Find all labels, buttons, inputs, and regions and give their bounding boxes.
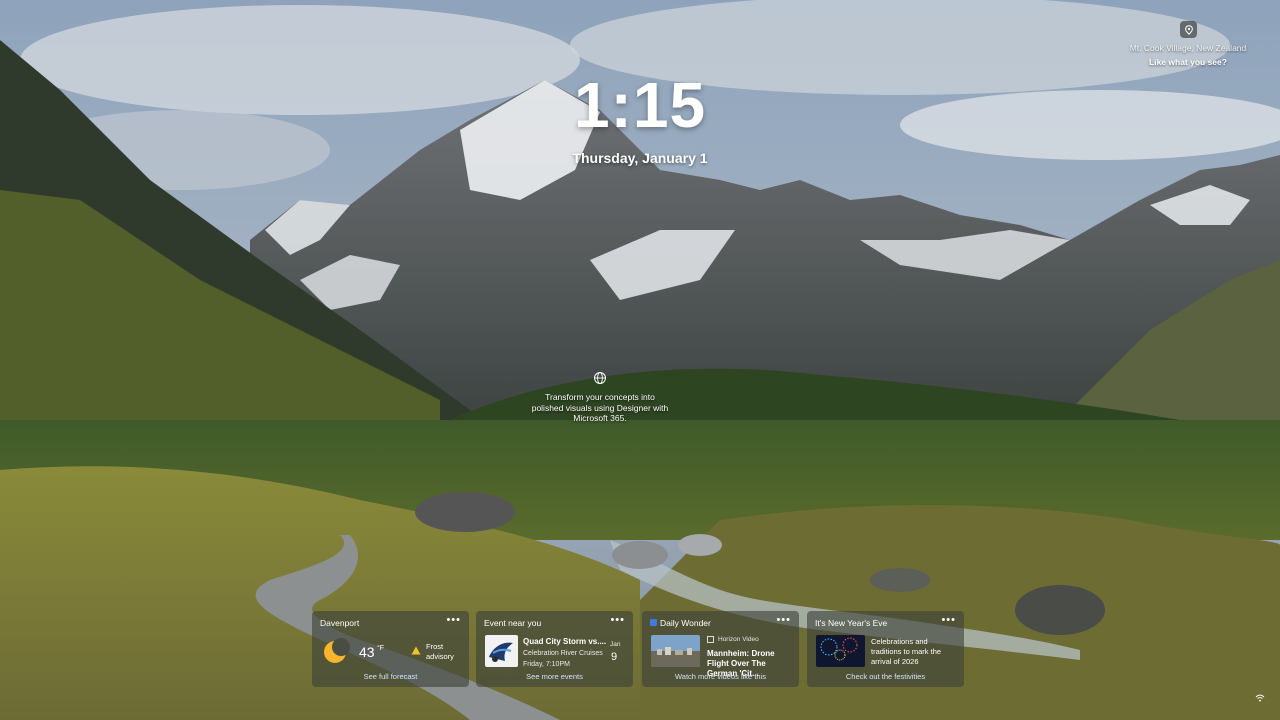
location-pin-icon xyxy=(1184,24,1193,35)
daily-wonder-widget[interactable]: Daily Wonder ••• Horizon Video Mannheim:… xyxy=(642,611,799,687)
weather-widget[interactable]: Davenport ••• 43 °F Frost advisory See f… xyxy=(312,611,469,687)
daily-wonder-icon xyxy=(650,619,657,626)
spotlight-location: Mt. Cook Village, New Zealand xyxy=(1129,43,1247,53)
check-out-festivities-link[interactable]: Check out the festivities xyxy=(807,672,964,681)
lockscreen-date: Thursday, January 1 xyxy=(572,150,708,166)
like-what-you-see-link[interactable]: Like what you see? xyxy=(1118,57,1258,67)
weather-location: Davenport xyxy=(320,618,360,628)
sun-icon xyxy=(324,638,350,663)
video-source-icon xyxy=(707,636,714,643)
event-widget[interactable]: Event near you ••• Quad City Storm vs...… xyxy=(476,611,633,687)
event-day: 9 xyxy=(611,651,618,663)
location-pin-button[interactable] xyxy=(1180,21,1197,38)
lockscreen-time: 1:15 xyxy=(573,69,707,141)
event-widget-title: Event near you xyxy=(484,618,542,628)
daily-wonder-more-button[interactable]: ••• xyxy=(776,614,791,626)
fireworks-thumbnail xyxy=(816,635,865,667)
watch-more-videos-link[interactable]: Watch more videos like this xyxy=(642,672,799,681)
weather-temperature: 43 xyxy=(359,644,375,660)
event-headline: Quad City Storm vs.... xyxy=(523,637,607,646)
nye-headline: Celebrations and traditions to mark the … xyxy=(871,637,942,666)
promo-message[interactable]: Transform your concepts into polished vi… xyxy=(530,392,670,424)
event-thumbnail xyxy=(485,635,518,667)
weather-unit: °F xyxy=(377,645,385,652)
see-full-forecast-link[interactable]: See full forecast xyxy=(312,672,469,681)
weather-more-button[interactable]: ••• xyxy=(446,614,461,626)
event-more-button[interactable]: ••• xyxy=(610,614,625,626)
network-icon[interactable] xyxy=(1255,693,1265,703)
weather-alert: Frost advisory xyxy=(426,642,454,661)
daily-wonder-title: Daily Wonder xyxy=(660,618,711,628)
nye-more-button[interactable]: ••• xyxy=(941,614,956,626)
see-more-events-link[interactable]: See more events xyxy=(476,672,633,681)
event-month: Jan xyxy=(610,641,621,648)
video-source: Horizon Video xyxy=(718,636,759,643)
globe-icon xyxy=(594,372,606,384)
nye-widget-title: It's New Year's Eve xyxy=(815,618,888,628)
warning-icon xyxy=(411,646,421,655)
event-time: Friday, 7:10PM xyxy=(523,661,570,668)
new-years-eve-widget[interactable]: It's New Year's Eve ••• Celebrations and… xyxy=(807,611,964,687)
event-venue: Celebration River Cruises xyxy=(523,650,603,657)
video-thumbnail xyxy=(651,635,700,667)
